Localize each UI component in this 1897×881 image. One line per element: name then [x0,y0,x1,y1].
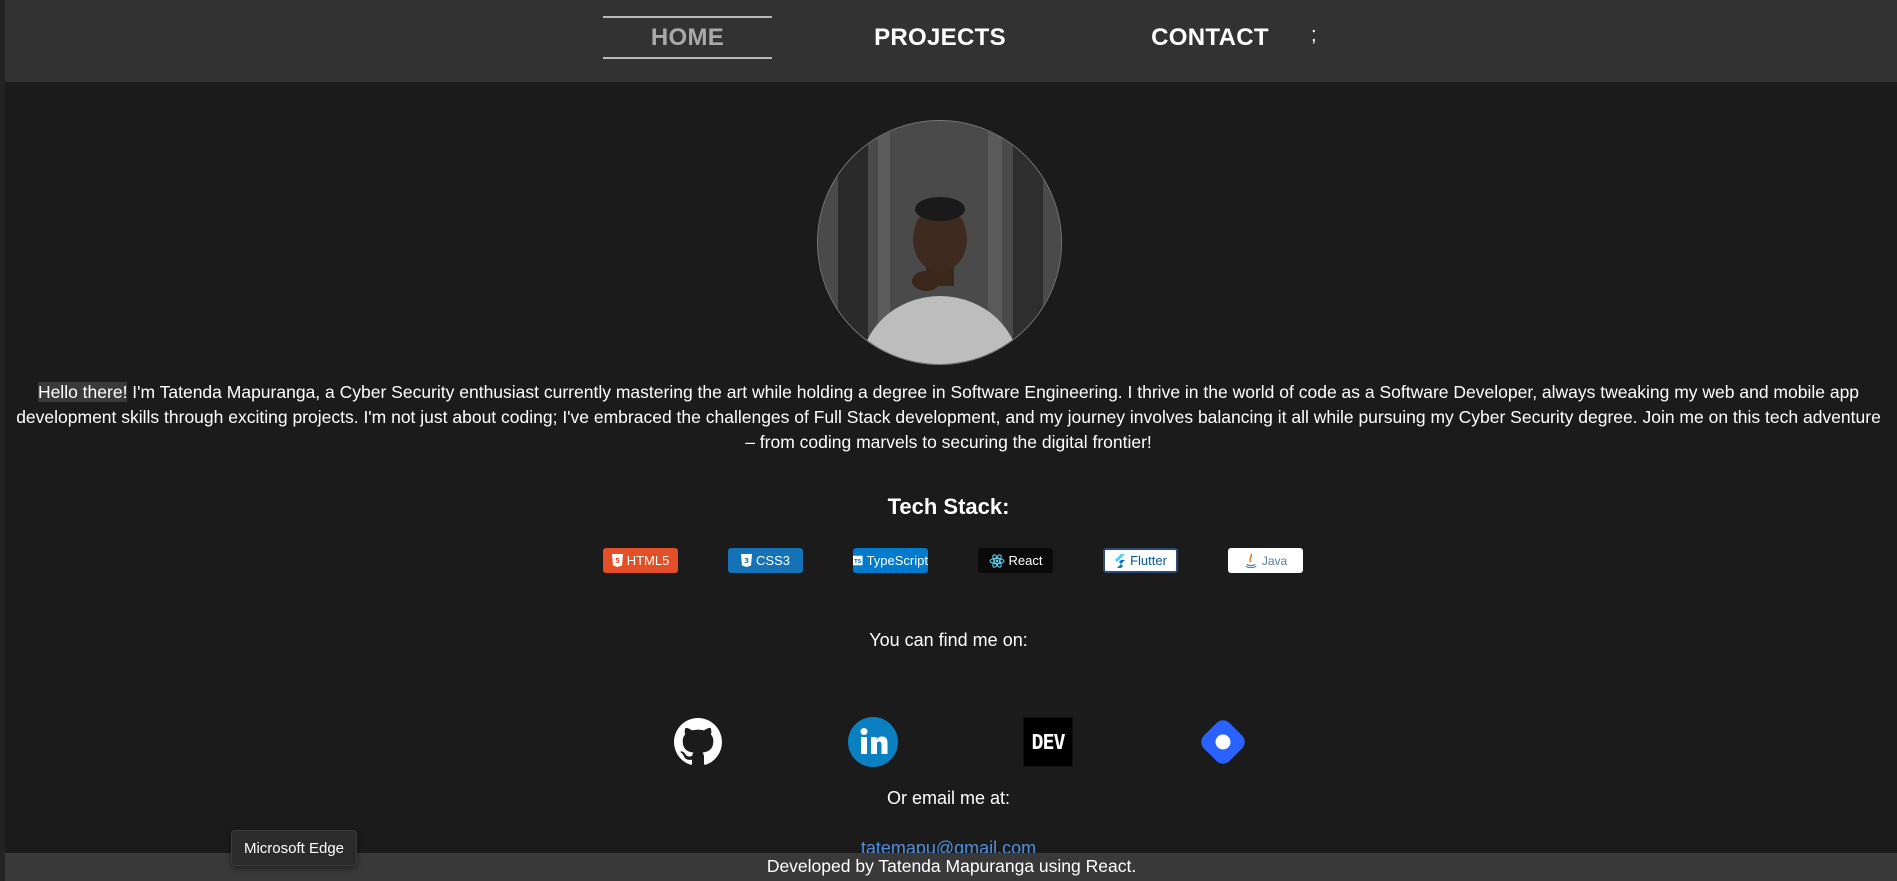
taskbar-tooltip: Microsoft Edge [231,830,357,866]
github-icon [674,718,722,765]
css3-label: CSS3 [756,553,790,568]
social-heading: You can find me on: [869,630,1028,650]
github-link[interactable] [673,717,723,767]
flutter-label: Flutter [1130,553,1167,568]
dev-link[interactable]: DEV [1023,717,1073,767]
typescript-label: TypeScript [866,553,928,568]
react-badge: React [978,548,1053,573]
profile-photo [818,121,1061,364]
linkedin-icon [848,717,898,767]
svg-text:3: 3 [744,557,749,565]
svg-text:5: 5 [615,557,620,565]
svg-text:TS: TS [854,559,862,565]
hashnode-link[interactable] [1198,717,1248,767]
bio-paragraph: Hello there! I'm Tatenda Mapuranga, a Cy… [15,380,1882,455]
java-icon [1245,553,1257,568]
java-badge: Java [1228,548,1303,573]
css3-badge: 3 CSS3 [728,548,803,573]
nav-home-link[interactable]: HOME [603,16,772,59]
profile-avatar [817,120,1062,365]
tech-stack-title: Tech Stack: [887,494,1010,519]
nav-extra-text: ; [1311,24,1317,46]
html5-badge: 5 HTML5 [603,548,678,573]
typescript-badge: TS TypeScript [853,548,928,573]
react-label: React [1008,553,1043,568]
nav-contact-link[interactable]: CONTACT [1120,16,1300,59]
hashnode-icon [1201,720,1245,764]
html5-label: HTML5 [626,553,670,568]
html5-icon: 5 [611,554,623,567]
flutter-icon [1115,553,1126,568]
typescript-icon: TS [853,555,863,566]
bio-text: I'm Tatenda Mapuranga, a Cyber Security … [16,382,1881,452]
java-label: Java [1261,553,1288,568]
react-icon [989,553,1005,568]
dev-icon: DEV [1031,730,1065,754]
linkedin-link[interactable] [848,717,898,767]
flutter-badge: Flutter [1103,548,1178,573]
bio-greeting: Hello there! [37,382,128,402]
css3-icon: 3 [741,554,753,567]
nav-projects-link[interactable]: PROJECTS [850,16,1030,59]
email-heading: Or email me at: [886,788,1011,808]
